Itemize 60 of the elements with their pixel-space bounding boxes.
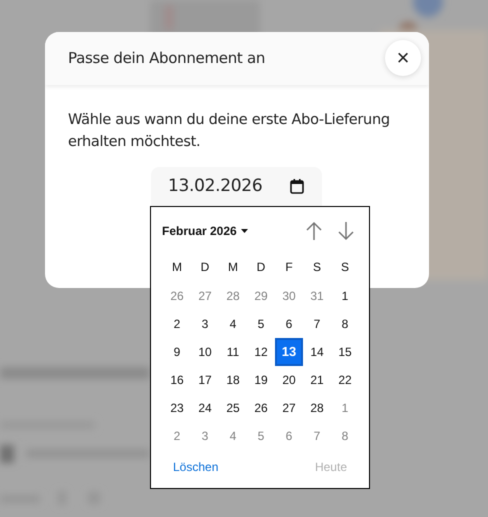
close-button[interactable]: × — [385, 40, 421, 76]
calendar-day[interactable]: 21 — [303, 366, 331, 394]
calendar-day[interactable]: 11 — [219, 338, 247, 366]
calendar-day[interactable]: 19 — [247, 366, 275, 394]
calendar-day[interactable]: 15 — [331, 338, 359, 366]
date-field[interactable]: 13.02.2026 — [151, 167, 322, 206]
calendar-day[interactable]: 1 — [331, 394, 359, 422]
weekday-label: M — [172, 259, 182, 276]
calendar-day[interactable]: 6 — [275, 310, 303, 338]
calendar-day[interactable]: 26 — [163, 282, 191, 310]
calendar-day[interactable]: 7 — [303, 422, 331, 450]
calendar-day[interactable]: 16 — [163, 366, 191, 394]
calendar-day[interactable]: 27 — [275, 394, 303, 422]
calendar-day[interactable]: 10 — [191, 338, 219, 366]
dialog-title: Passe dein Abonnement an — [68, 48, 266, 70]
calendar-day[interactable]: 8 — [331, 422, 359, 450]
calendar-day[interactable]: 23 — [163, 394, 191, 422]
calendar-day[interactable]: 22 — [331, 366, 359, 394]
calendar-day[interactable]: 28 — [303, 394, 331, 422]
weekday-label: D — [256, 259, 266, 276]
calendar-day[interactable]: 4 — [219, 422, 247, 450]
month-selector[interactable]: Februar 2026 — [162, 222, 248, 240]
calendar-day[interactable]: 5 — [247, 422, 275, 450]
weekday-label: S — [340, 259, 349, 276]
weekday-label: F — [285, 259, 293, 276]
calendar-day[interactable]: 25 — [219, 394, 247, 422]
down-arrow-icon[interactable] — [337, 221, 355, 241]
calendar-icon[interactable] — [290, 179, 304, 194]
dialog-message: Wähle aus wann du deine erste Abo-Lieferung erhalten möchtest. — [68, 111, 391, 152]
calendar-day[interactable]: 13 — [275, 338, 303, 366]
weekday-label: M — [228, 259, 238, 276]
calendar-day[interactable]: 20 — [275, 366, 303, 394]
up-arrow-icon[interactable] — [305, 221, 323, 241]
calendar-day[interactable]: 28 — [219, 282, 247, 310]
weekday-label: D — [200, 259, 210, 276]
calendar-day[interactable]: 8 — [331, 310, 359, 338]
calendar-day[interactable]: 6 — [275, 422, 303, 450]
calendar-day[interactable]: 4 — [219, 310, 247, 338]
date-value: 13.02.2026 — [168, 174, 262, 198]
calendar-day[interactable]: 9 — [163, 338, 191, 366]
calendar-day[interactable]: 2 — [163, 310, 191, 338]
calendar-day[interactable]: 31 — [303, 282, 331, 310]
calendar-day[interactable]: 2 — [163, 422, 191, 450]
calendar-day[interactable]: 1 — [331, 282, 359, 310]
clear-link[interactable]: Löschen — [173, 458, 218, 476]
calendar-day[interactable]: 26 — [247, 394, 275, 422]
calendar-day[interactable]: 18 — [219, 366, 247, 394]
calendar-day[interactable]: 5 — [247, 310, 275, 338]
calendar-day[interactable]: 7 — [303, 310, 331, 338]
calendar-day[interactable]: 3 — [191, 422, 219, 450]
caret-icon — [240, 229, 248, 233]
calendar-day[interactable]: 29 — [247, 282, 275, 310]
calendar-day[interactable]: 12 — [247, 338, 275, 366]
weekday-label: S — [312, 259, 321, 276]
calendar-day[interactable]: 3 — [191, 310, 219, 338]
calendar-day[interactable]: 17 — [191, 366, 219, 394]
calendar-day[interactable]: 24 — [191, 394, 219, 422]
calendar-day[interactable]: 14 — [303, 338, 331, 366]
calendar-day[interactable]: 27 — [191, 282, 219, 310]
calendar-day[interactable]: 30 — [275, 282, 303, 310]
